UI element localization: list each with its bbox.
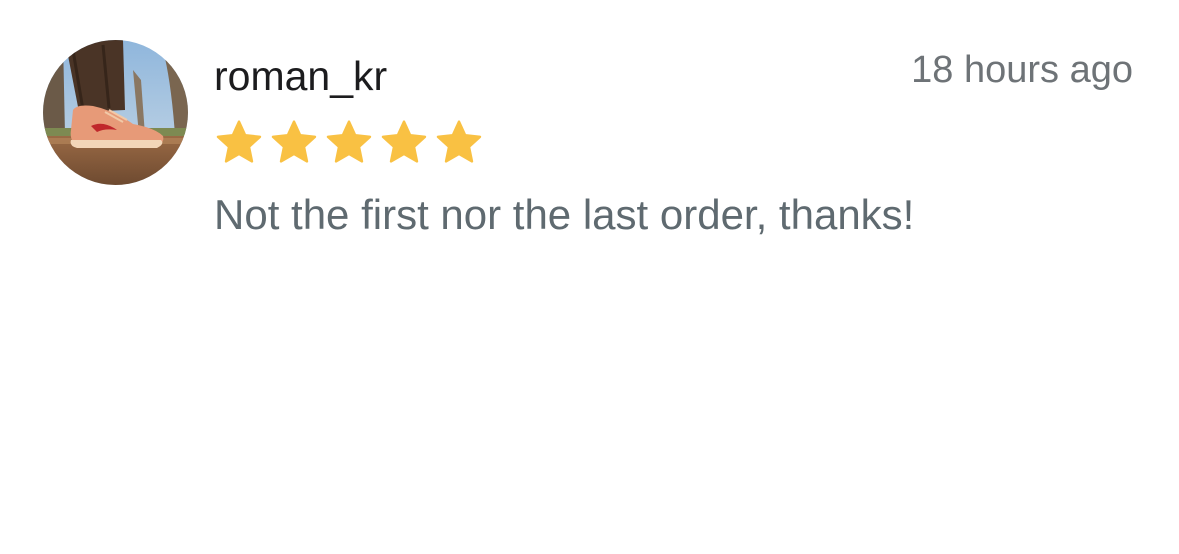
timestamp: 18 hours ago — [911, 49, 1133, 91]
star-icon — [379, 120, 429, 166]
star-rating — [214, 120, 484, 166]
avatar-sneaker-photo — [43, 40, 188, 185]
username[interactable]: roman_kr — [214, 50, 387, 102]
review-text: Not the first nor the last order, thanks… — [214, 191, 915, 238]
star-icon — [269, 120, 319, 166]
star-icon — [434, 120, 484, 166]
avatar[interactable] — [43, 40, 188, 185]
star-icon — [214, 120, 264, 166]
star-icon — [324, 120, 374, 166]
review-card: roman_kr 18 hours ago Not the first nor … — [0, 0, 1179, 554]
